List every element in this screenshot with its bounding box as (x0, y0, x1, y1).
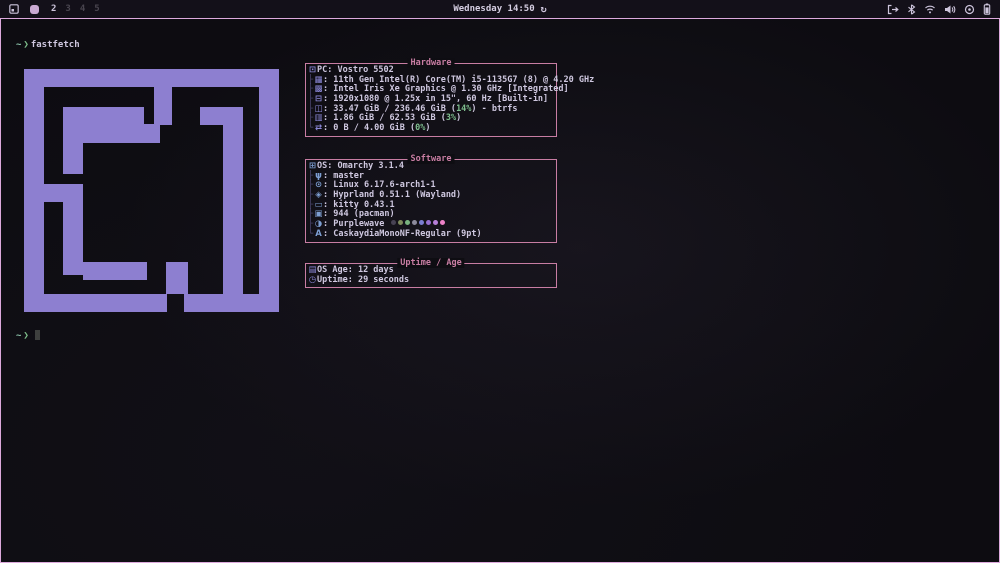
theme-color-dot (425, 220, 431, 226)
row-value: : 1920x1080 @ 1.25x in 15", 60 Hz [Built… (323, 94, 549, 105)
row-value: 29 seconds (352, 274, 410, 285)
theme-color-dot (397, 220, 403, 226)
row-value: 12 days (352, 265, 394, 275)
omarchy-logo (24, 69, 279, 312)
fastfetch-box-uptime-age: Uptime / Age ▤OS Age: 12 days ◷Uptime: 29 … (305, 258, 557, 289)
row-value: : 944 (pacman) (323, 209, 395, 220)
fastfetch-row: └ ⇄: 0 B / 4.00 GiB (0%) (308, 123, 556, 134)
workspace-5[interactable]: 5 (94, 4, 99, 14)
clock-icon: ◷ (308, 274, 317, 285)
font-icon: A (315, 228, 322, 239)
row-value: ) (425, 123, 431, 134)
workspace-3[interactable]: 3 (65, 4, 70, 14)
row-value: : 1.86 GiB / 62.53 GiB ( (323, 113, 446, 124)
swap-icon: ⇄ (314, 123, 323, 134)
battery-icon[interactable] (983, 3, 991, 15)
fastfetch-box-software: Software ⊞OS: Omarchy 3.1.4 ├ ψ: master ├ ⊙: … (305, 154, 557, 243)
row-value: Omarchy 3.1.4 (332, 161, 405, 171)
prompt-arrow: ❯ (23, 331, 29, 341)
fastfetch-row: ◷Uptime: 29 seconds (308, 274, 556, 286)
text-cursor (34, 330, 40, 340)
row-value: 3% (445, 113, 457, 124)
clock-label: Wednesday 14:50 (453, 4, 535, 14)
volume-icon[interactable] (944, 4, 956, 15)
row-label: OS: (317, 161, 333, 171)
row-value: : Intel Iris Xe Graphics @ 1.30 GHz [Int… (323, 84, 569, 95)
theme-color-dot (432, 220, 438, 226)
prompt-line: ~ ❯ fastfetch (16, 40, 80, 50)
fastfetch-box-hardware: Hardware ⊡PC: Vostro 5502 ├▦: 11th Gen Int… (305, 58, 594, 137)
bluetooth-icon[interactable] (907, 3, 916, 15)
row-value: : Hyprland 0.51.1 (Wayland) (323, 190, 462, 201)
workspace-2[interactable]: 2 (51, 4, 56, 14)
prompt-arrow: ❯ (23, 40, 29, 50)
box-title-uptime-age: Uptime / Age (397, 258, 465, 268)
row-value: : Purplewave (323, 219, 390, 230)
theme-color-dot (418, 220, 424, 226)
box-title-software: Software (407, 154, 455, 164)
row-value: : CaskaydiaMonoNF-Regular (9pt) (323, 228, 482, 239)
record-icon[interactable] (964, 4, 975, 15)
prompt-line-2: ~ ❯ (16, 330, 40, 341)
fastfetch-row: └ A: CaskaydiaMonoNF-Regular (9pt) (308, 228, 556, 240)
theme-color-dot (404, 220, 410, 226)
workspace-4[interactable]: 4 (80, 4, 85, 14)
wifi-icon[interactable] (924, 4, 936, 14)
clock[interactable]: Wednesday 14:50 ↻ (453, 4, 546, 15)
theme-color-dot (439, 220, 445, 226)
logout-icon[interactable] (887, 4, 899, 15)
topbar: 2 3 4 5 Wednesday 14:50 ↻ (0, 0, 1000, 18)
status-tray (887, 0, 1000, 18)
prompt-command: fastfetch (30, 40, 80, 50)
row-value: 0% (415, 123, 426, 134)
theme-color-dot (411, 220, 417, 226)
row-label: PC: (317, 65, 333, 75)
workspace-active-indicator[interactable] (30, 4, 39, 14)
theme-color-dot (390, 220, 396, 226)
row-value: : Linux 6.17.6-arch1-1 (323, 180, 436, 191)
row-value: ) - btrfs (471, 103, 518, 114)
box-title-hardware: Hardware (407, 58, 455, 68)
terminal-window[interactable]: ~ ❯ fastfetch Hardware ⊡PC: Vostro 5502 ├▦: … (0, 18, 1000, 563)
row-label: Uptime: (317, 274, 353, 285)
row-value: Vostro 5502 (332, 65, 394, 75)
row-value: ) (456, 113, 462, 124)
row-label: OS Age: (317, 265, 353, 275)
row-value: : 0 B / 4.00 GiB ( (323, 123, 416, 134)
menu-icon[interactable] (9, 4, 19, 14)
workspace-switcher: 2 3 4 5 (0, 4, 109, 14)
update-icon[interactable]: ↻ (541, 4, 547, 15)
